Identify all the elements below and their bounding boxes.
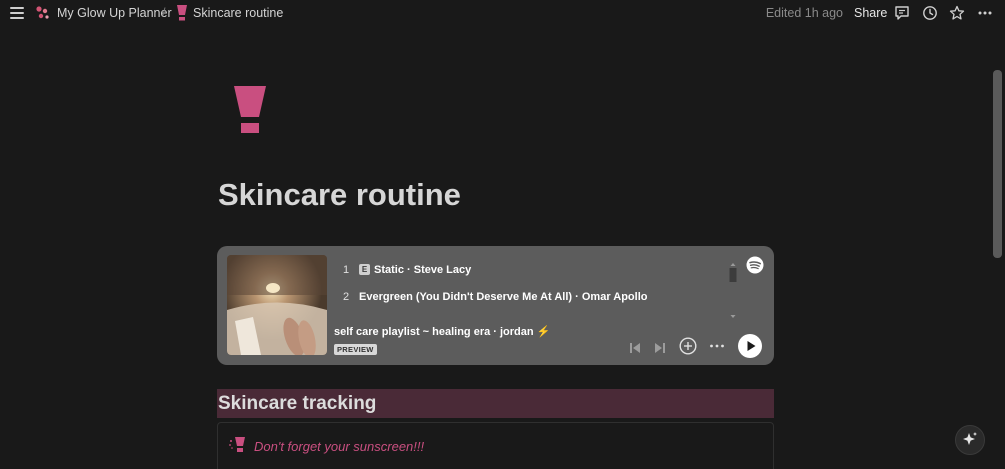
page-scrollbar[interactable]: [993, 70, 1002, 258]
skincare-tracking-heading-block[interactable]: Skincare tracking: [217, 389, 774, 418]
spotify-logo-icon[interactable]: [746, 256, 764, 274]
ai-assistant-button[interactable]: [955, 425, 985, 455]
track-artist: Omar Apollo: [581, 291, 648, 303]
track-title: Evergreen (You Didn't Deserve Me At All): [359, 291, 573, 303]
breadcrumb-workspace[interactable]: My Glow Up Planner: [57, 6, 172, 20]
cherry-blossom-icon: [36, 6, 49, 19]
add-to-library-icon[interactable]: [679, 337, 697, 355]
play-button[interactable]: [738, 334, 762, 358]
preview-badge: PREVIEW: [334, 344, 377, 355]
sunscreen-callout[interactable]: Don't forget your sunscreen!!!: [217, 422, 774, 469]
previous-track-icon[interactable]: [629, 342, 641, 354]
page-title[interactable]: Skincare routine: [218, 176, 461, 214]
lotion-bottle-icon[interactable]: [228, 437, 246, 453]
track-number: 2: [343, 291, 350, 303]
breadcrumb-separator: /: [162, 6, 166, 20]
next-track-icon[interactable]: [654, 342, 666, 354]
more-options-icon[interactable]: [709, 341, 725, 351]
share-button[interactable]: Share: [854, 6, 887, 20]
callout-text[interactable]: Don't forget your sunscreen!!!: [254, 439, 424, 454]
breadcrumb-page[interactable]: Skincare routine: [193, 6, 283, 20]
tracklist-scrollbar[interactable]: [729, 262, 737, 320]
track-row-1[interactable]: 1 E Static · Steve Lacy: [343, 264, 471, 277]
spotify-embed[interactable]: 1 E Static · Steve Lacy 2 Evergreen (You Di…: [217, 246, 774, 365]
track-separator: ·: [403, 264, 414, 276]
topbar: My Glow Up Planner / Skincare routine Ed…: [0, 0, 1005, 26]
track-artist: Steve Lacy: [413, 264, 472, 276]
menu-icon[interactable]: [10, 6, 26, 20]
more-icon[interactable]: [977, 5, 993, 21]
track-separator: ·: [572, 291, 582, 303]
section-heading: Skincare tracking: [218, 393, 377, 414]
track-title: Static: [374, 264, 404, 276]
star-icon[interactable]: [949, 5, 965, 21]
lotion-bottle-icon: [177, 5, 187, 21]
edited-status: Edited 1h ago: [765, 6, 843, 20]
sparkle-icon: [963, 432, 977, 445]
explicit-badge: E: [359, 264, 370, 275]
track-number: 1: [343, 264, 350, 276]
play-icon: [747, 341, 756, 351]
comment-icon[interactable]: [894, 5, 910, 21]
playlist-cover-image[interactable]: [227, 255, 327, 355]
track-row-2[interactable]: 2 Evergreen (You Didn't Deserve Me At All…: [343, 291, 647, 304]
lotion-bottle-icon[interactable]: [232, 86, 268, 134]
playlist-name[interactable]: self care playlist ~ healing era · jorda…: [334, 326, 550, 339]
history-icon[interactable]: [922, 5, 938, 21]
